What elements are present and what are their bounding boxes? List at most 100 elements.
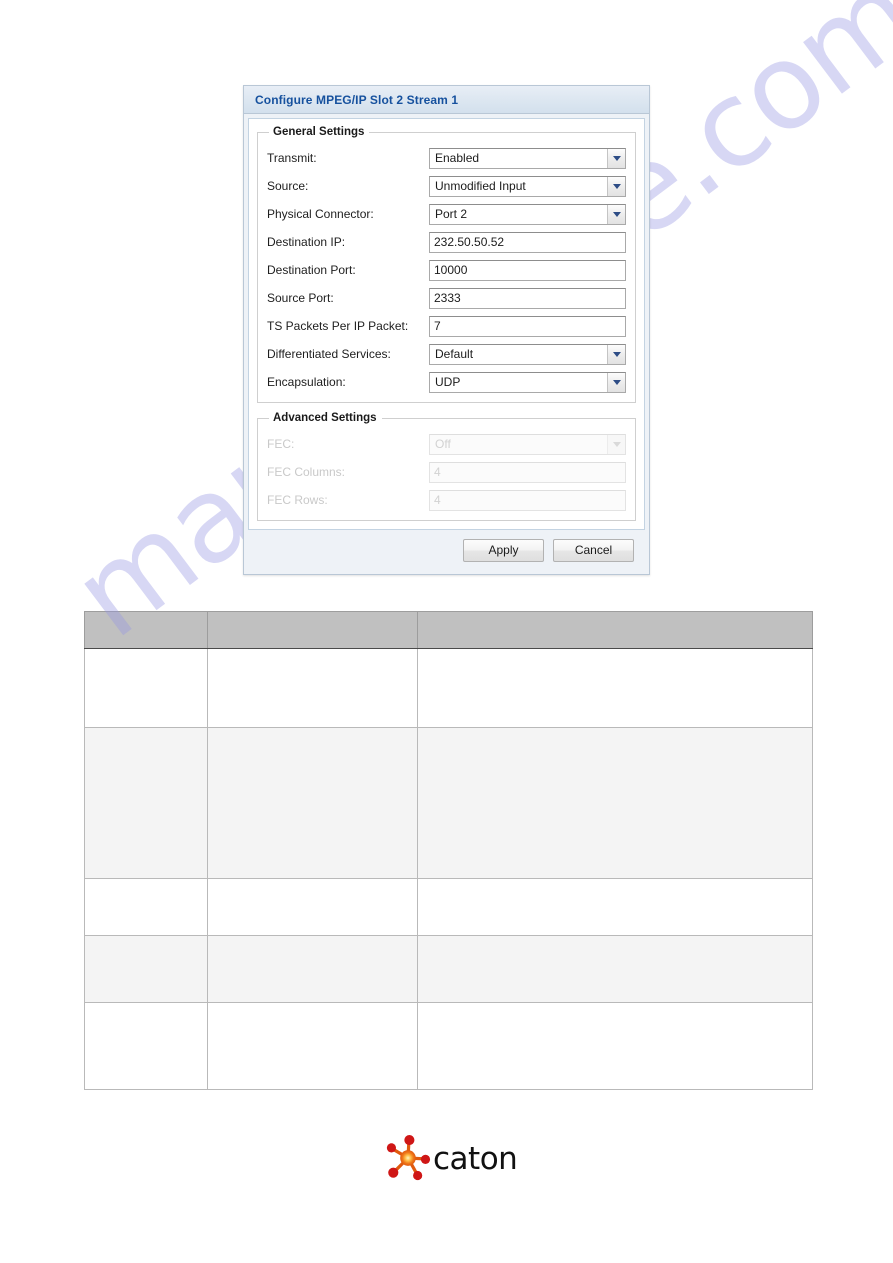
control-destination-ip[interactable] <box>429 231 626 253</box>
table-row <box>84 648 813 728</box>
destination-port-input[interactable] <box>429 259 626 281</box>
label-source-port: Source Port: <box>267 291 334 305</box>
table-cell <box>207 648 418 728</box>
field-row-source-port: Source Port: <box>267 284 626 312</box>
dialog-titlebar: Configure MPEG/IP Slot 2 Stream 1 <box>244 86 649 114</box>
label-destination-ip: Destination IP: <box>267 235 346 249</box>
table-header <box>84 611 813 649</box>
control-physical-connector[interactable]: Port 2 <box>429 203 626 225</box>
label-ts-packets-per-ip-packet: TS Packets Per IP Packet: <box>267 319 409 333</box>
table-body <box>84 648 813 1090</box>
label-fec-rows: FEC Rows: <box>267 493 328 507</box>
parameters-table <box>84 611 813 1090</box>
general-settings-legend: General Settings <box>273 126 365 138</box>
table-row <box>84 727 813 879</box>
table-cell <box>417 1002 813 1090</box>
source-select-value: Unmodified Input <box>435 178 526 193</box>
table-header-cell <box>207 611 418 649</box>
control-transmit[interactable]: Enabled <box>429 147 626 169</box>
table-cell <box>417 648 813 728</box>
table-cell <box>417 935 813 1003</box>
table-cell <box>207 878 418 936</box>
control-destination-port[interactable] <box>429 259 626 281</box>
advanced-settings-legend: Advanced Settings <box>273 412 377 424</box>
label-differentiated-services: Differentiated Services: <box>267 347 391 361</box>
transmit-select-value: Enabled <box>435 150 480 165</box>
ts-packets-per-ip-packet-input[interactable] <box>429 315 626 337</box>
chevron-down-icon[interactable] <box>607 372 625 392</box>
general-settings-group: General Settings Transmit: Enabled Sourc… <box>257 126 636 403</box>
encapsulation-select[interactable]: UDP <box>429 371 626 393</box>
control-fec: Off <box>429 433 626 455</box>
differentiated-services-select-value: Default <box>435 346 474 361</box>
table-cell <box>84 1002 208 1090</box>
table-cell <box>207 1002 418 1090</box>
physical-connector-select[interactable]: Port 2 <box>429 203 626 225</box>
dialog-footer: Apply Cancel <box>248 530 645 570</box>
field-row-differentiated-services: Differentiated Services: Default <box>267 340 626 368</box>
fec-columns-input <box>429 461 626 483</box>
chevron-down-icon <box>607 434 625 454</box>
table-header-cell <box>417 611 813 649</box>
table-cell <box>84 935 208 1003</box>
configure-stream-dialog: Configure MPEG/IP Slot 2 Stream 1 Genera… <box>243 85 650 575</box>
label-transmit: Transmit: <box>267 151 317 165</box>
fec-rows-input <box>429 489 626 511</box>
fec-select: Off <box>429 433 626 455</box>
control-fec-columns <box>429 461 626 483</box>
table-header-row <box>84 611 813 649</box>
control-fec-rows <box>429 489 626 511</box>
table-row <box>84 935 813 1003</box>
encapsulation-select-value: UDP <box>435 374 461 389</box>
dialog-title: Configure MPEG/IP Slot 2 Stream 1 <box>255 92 459 107</box>
field-row-destination-port: Destination Port: <box>267 256 626 284</box>
field-row-fec: FEC: Off <box>267 430 626 458</box>
cancel-button[interactable]: Cancel <box>553 538 634 562</box>
source-port-input[interactable] <box>429 287 626 309</box>
control-source[interactable]: Unmodified Input <box>429 175 626 197</box>
label-source: Source: <box>267 179 309 193</box>
field-row-fec-rows: FEC Rows: <box>267 486 626 514</box>
label-encapsulation: Encapsulation: <box>267 375 346 389</box>
control-source-port[interactable] <box>429 287 626 309</box>
label-fec: FEC: <box>267 437 295 451</box>
advanced-settings-group: Advanced Settings FEC: Off FEC Columns: … <box>257 412 636 521</box>
apply-button[interactable]: Apply <box>463 538 544 562</box>
table-cell <box>84 727 208 879</box>
differentiated-services-select[interactable]: Default <box>429 343 626 365</box>
physical-connector-select-value: Port 2 <box>435 206 468 221</box>
caton-logo-text: caton <box>433 1140 518 1177</box>
field-row-source: Source: Unmodified Input <box>267 172 626 200</box>
table-cell <box>207 727 418 879</box>
caton-logo: caton <box>385 1134 518 1182</box>
caton-molecule-icon <box>386 1135 431 1181</box>
chevron-down-icon[interactable] <box>607 344 625 364</box>
control-differentiated-services[interactable]: Default <box>429 343 626 365</box>
source-select[interactable]: Unmodified Input <box>429 175 626 197</box>
table-cell <box>84 648 208 728</box>
destination-ip-input[interactable] <box>429 231 626 253</box>
transmit-select[interactable]: Enabled <box>429 147 626 169</box>
field-row-fec-columns: FEC Columns: <box>267 458 626 486</box>
label-destination-port: Destination Port: <box>267 263 356 277</box>
field-row-encapsulation: Encapsulation: UDP <box>267 368 626 396</box>
field-row-ts-packets-per-ip-packet: TS Packets Per IP Packet: <box>267 312 626 340</box>
chevron-down-icon[interactable] <box>607 148 625 168</box>
table-cell <box>417 878 813 936</box>
control-ts-packets-per-ip-packet[interactable] <box>429 315 626 337</box>
table-cell <box>84 878 208 936</box>
table-row <box>84 878 813 936</box>
control-encapsulation[interactable]: UDP <box>429 371 626 393</box>
table-header-cell <box>84 611 208 649</box>
table-cell <box>417 727 813 879</box>
chevron-down-icon[interactable] <box>607 176 625 196</box>
field-row-physical-connector: Physical Connector: Port 2 <box>267 200 626 228</box>
fec-select-value: Off <box>435 436 451 451</box>
dialog-body: General Settings Transmit: Enabled Sourc… <box>248 118 645 530</box>
field-row-destination-ip: Destination IP: <box>267 228 626 256</box>
label-fec-columns: FEC Columns: <box>267 465 346 479</box>
table-row <box>84 1002 813 1090</box>
field-row-transmit: Transmit: Enabled <box>267 144 626 172</box>
chevron-down-icon[interactable] <box>607 204 625 224</box>
table-cell <box>207 935 418 1003</box>
